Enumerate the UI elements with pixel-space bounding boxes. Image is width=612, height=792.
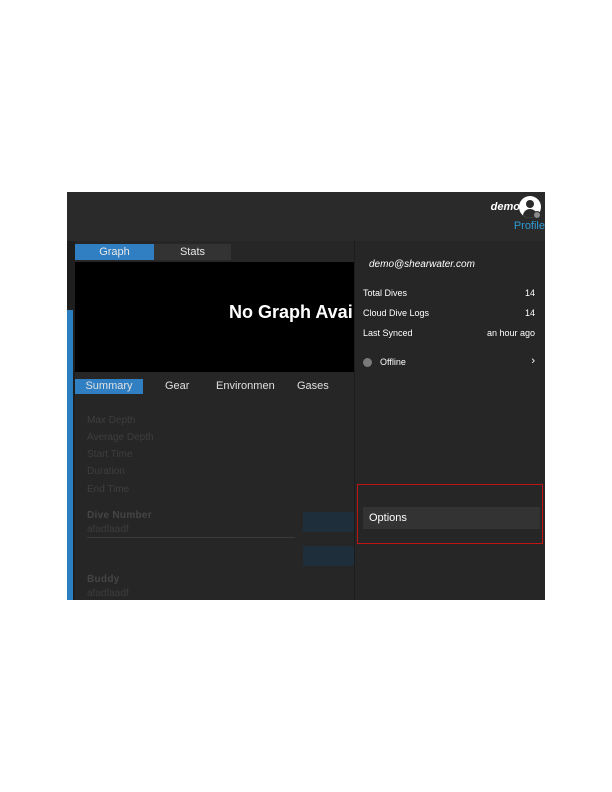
offline-label: Offline (380, 357, 406, 367)
dive-number-label: Dive Number (87, 510, 152, 521)
left-accent-strip (67, 310, 73, 600)
status-dot-icon (533, 211, 541, 219)
cloud-dive-logs-value: 14 (524, 308, 535, 318)
connection-status-row[interactable]: Offline › (363, 355, 535, 370)
buddy-label: Buddy (87, 574, 120, 585)
buddy-field[interactable]: afadfaadf (87, 588, 129, 599)
last-synced-value: an hour ago (486, 328, 535, 338)
tab-stats[interactable]: Stats (154, 244, 231, 260)
detail-tabs: Summary Gear Environmen Gases (75, 379, 355, 395)
tab-gases[interactable]: Gases (297, 379, 329, 394)
username-label: demo (490, 201, 520, 213)
start-time-label: Start Time (87, 449, 133, 460)
cloud-dive-logs-label: Cloud Dive Logs (363, 308, 430, 318)
dive-number-field[interactable]: afadfaadf (87, 524, 129, 535)
total-dives-value: 14 (524, 288, 535, 298)
no-graph-message: No Graph Avai (229, 302, 353, 322)
tab-gear[interactable]: Gear (165, 379, 189, 394)
cloud-dive-logs-row: Cloud Dive Logs 14 (363, 308, 535, 322)
total-dives-row: Total Dives 14 (363, 288, 535, 302)
action-button-top[interactable] (303, 512, 355, 532)
top-bar: demo Profile (67, 192, 545, 241)
last-synced-label: Last Synced (363, 328, 413, 338)
average-depth-label: Average Depth (87, 432, 154, 443)
total-dives-label: Total Dives (363, 288, 408, 298)
tab-graph[interactable]: Graph (75, 244, 154, 260)
options-button[interactable]: Options (363, 507, 540, 529)
dive-number-underline (87, 537, 295, 538)
tab-environment[interactable]: Environmen (216, 379, 276, 394)
profile-link[interactable]: Profile (507, 220, 545, 232)
end-time-label: End Time (87, 484, 130, 495)
graph-tabs: Graph Stats (75, 244, 355, 260)
avatar-head (526, 200, 534, 208)
duration-label: Duration (87, 466, 125, 477)
offline-status-icon (363, 358, 372, 367)
account-email: demo@shearwater.com (369, 259, 475, 270)
last-synced-row: Last Synced an hour ago (363, 328, 535, 342)
tab-summary[interactable]: Summary (75, 379, 143, 394)
account-dropdown: demo@shearwater.com Total Dives 14 Cloud… (354, 241, 545, 600)
chevron-right-icon: › (531, 355, 535, 367)
max-depth-label: Max Depth (87, 415, 136, 426)
app-window: demo Profile Graph Stats No Graph Avai S… (67, 192, 545, 600)
graph-panel: No Graph Avai (75, 262, 375, 372)
